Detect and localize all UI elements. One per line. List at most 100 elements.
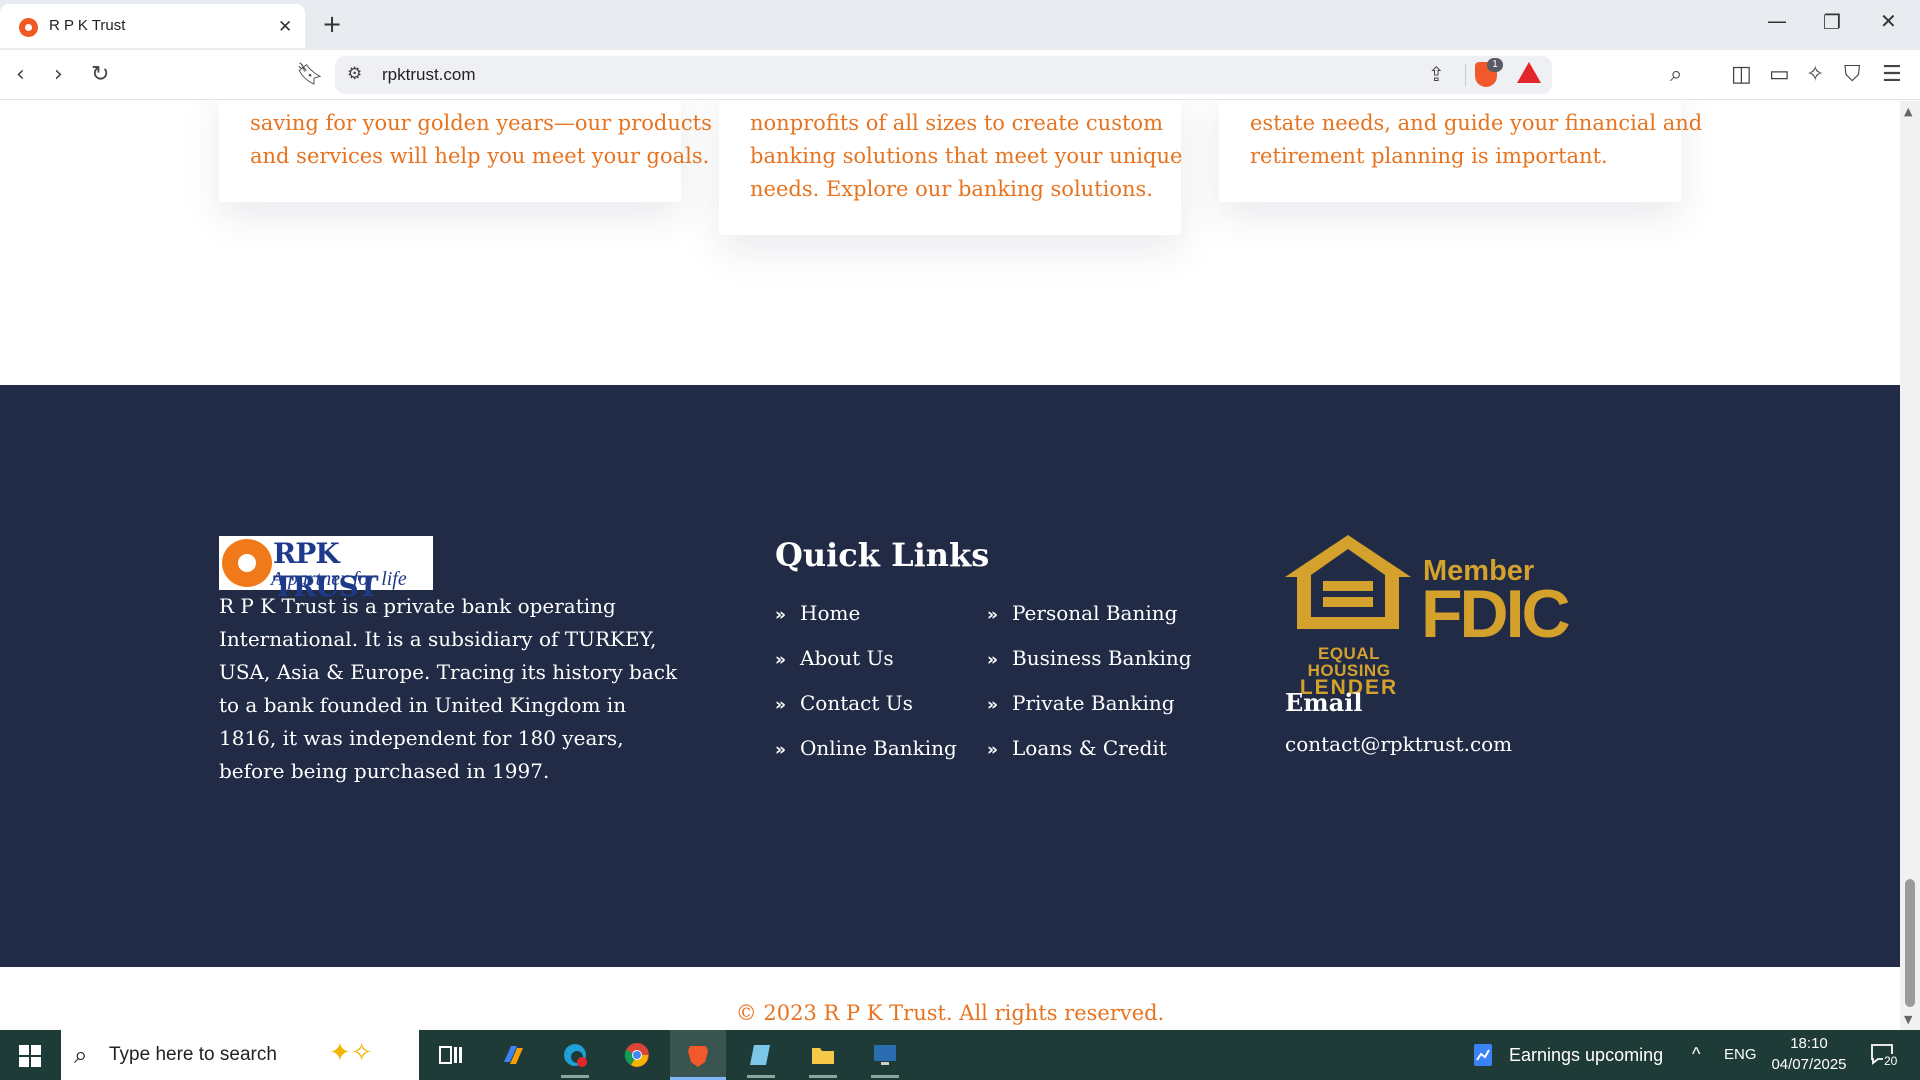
footer-link-home[interactable]: » Home xyxy=(775,601,860,625)
running-indicator xyxy=(747,1075,775,1078)
chrome-app[interactable] xyxy=(609,1030,665,1080)
minimize-icon[interactable]: — xyxy=(1767,9,1787,33)
link-label: Business Banking xyxy=(1012,646,1192,670)
service-card-personal: saving for your golden years—our product… xyxy=(219,101,712,202)
fdic-equal-housing-logo: EQUAL HOUSING LENDER Member FDIC xyxy=(1285,535,1571,698)
double-chevron-icon: » xyxy=(775,740,786,760)
link-label: Private Banking xyxy=(1012,691,1175,715)
scroll-up-icon[interactable]: ▲ xyxy=(1904,105,1912,118)
notepad-icon xyxy=(750,1045,770,1065)
tab-strip: R P K Trust ✕ + — ❐ ✕ xyxy=(0,0,1920,50)
wallet-icon[interactable]: ▭ xyxy=(1769,62,1790,88)
copyright-text: © 2023 R P K Trust. All rights reserved. xyxy=(735,1001,1165,1025)
rpk-trust-logo[interactable]: RPK TRUST A partner for life xyxy=(219,536,433,603)
email-link[interactable]: contact@rpktrust.com xyxy=(1285,732,1512,756)
tab-search-icon[interactable]: ⌕ xyxy=(1670,62,1682,88)
logo-tagline: A partner for life xyxy=(271,568,407,590)
link-label: Loans & Credit xyxy=(1012,736,1167,760)
share-icon[interactable]: ⇪ xyxy=(1428,62,1445,86)
tray-expand-icon[interactable]: ^ xyxy=(1692,1044,1700,1065)
notepad-app[interactable] xyxy=(733,1030,789,1080)
card-text-line: banking solutions that meet your unique xyxy=(750,144,1183,168)
copilot-app[interactable] xyxy=(485,1030,541,1080)
footer-link-contact-us[interactable]: » Contact Us xyxy=(775,691,913,715)
clock[interactable]: 18:10 04/07/2025 xyxy=(1769,1030,1849,1080)
stocks-icon xyxy=(1474,1044,1492,1066)
forward-icon[interactable]: › xyxy=(54,62,63,88)
email-heading: Email xyxy=(1285,688,1363,717)
service-card-private: estate needs, and guide your financial a… xyxy=(1219,101,1702,202)
page-scrollbar[interactable]: ▲ ▼ xyxy=(1900,101,1920,1030)
site-settings-icon[interactable]: ⚙ xyxy=(347,64,362,84)
edge-icon xyxy=(564,1044,587,1067)
footer-link-private-banking[interactable]: » Private Banking xyxy=(987,691,1175,715)
logo-mark-icon xyxy=(222,539,272,587)
link-label: Contact Us xyxy=(800,691,913,715)
equal-housing-icon xyxy=(1285,535,1411,629)
page-viewport: saving for your golden years—our product… xyxy=(0,101,1900,1030)
running-indicator xyxy=(561,1075,589,1078)
card-text-line: retirement planning is important. xyxy=(1250,144,1608,168)
windows-taskbar: ⌕ Type here to search ✦✧ Earnings upcomi… xyxy=(0,1030,1920,1080)
brave-icon xyxy=(688,1046,708,1067)
footer-link-loans-credit[interactable]: » Loans & Credit xyxy=(987,736,1167,760)
double-chevron-icon: » xyxy=(987,740,998,760)
clock-time: 18:10 xyxy=(1790,1035,1828,1052)
folder-icon xyxy=(812,1048,834,1064)
restore-icon[interactable]: ❐ xyxy=(1823,10,1841,34)
card-text-line: estate needs, and guide your financial a… xyxy=(1250,111,1703,135)
notification-center[interactable]: 20 xyxy=(1864,1030,1904,1080)
sidebar-icon[interactable]: ◫ xyxy=(1731,62,1752,88)
taskbar-search[interactable]: ⌕ Type here to search ✦✧ xyxy=(61,1030,419,1080)
chrome-icon xyxy=(624,1043,649,1067)
sparkle-icon: ✦✧ xyxy=(329,1038,373,1068)
shield-count-badge: 1 xyxy=(1487,58,1503,72)
double-chevron-icon: » xyxy=(775,650,786,670)
search-placeholder: Type here to search xyxy=(109,1044,277,1065)
bookmark-icon[interactable]: 🔖︎ xyxy=(296,62,324,88)
language-indicator[interactable]: ENG xyxy=(1724,1046,1757,1063)
leo-ai-icon[interactable]: ✧ xyxy=(1806,62,1824,88)
new-tab-icon[interactable]: + xyxy=(322,10,342,38)
close-tab-icon[interactable]: ✕ xyxy=(278,17,292,37)
back-icon[interactable]: ‹ xyxy=(16,62,25,88)
running-indicator xyxy=(871,1075,899,1078)
browser-toolbar: ‹ › ↻ 🔖︎ ⚙ rpktrust.com ⇪ 1 ⌕ ◫ ▭ ✧ ⛉ ☰ xyxy=(0,50,1920,100)
news-text: Earnings upcoming xyxy=(1509,1045,1664,1065)
notification-count: 20 xyxy=(1883,1054,1899,1068)
fdic-text: FDIC xyxy=(1421,576,1571,652)
windows-start-icon[interactable] xyxy=(19,1045,41,1067)
link-label: Home xyxy=(800,601,861,625)
tab-title: R P K Trust xyxy=(49,17,126,34)
remote-desktop-app[interactable] xyxy=(857,1030,913,1080)
scroll-down-icon[interactable]: ▼ xyxy=(1904,1013,1912,1026)
menu-icon[interactable]: ☰ xyxy=(1882,62,1902,88)
address-bar[interactable]: ⚙ rpktrust.com ⇪ 1 xyxy=(335,56,1552,94)
footer-link-personal-banking[interactable]: » Personal Baning xyxy=(987,601,1177,625)
running-indicator xyxy=(809,1075,837,1078)
link-label: Personal Baning xyxy=(1012,601,1178,625)
site-favicon-icon xyxy=(19,18,38,37)
footer-link-online-banking[interactable]: » Online Banking xyxy=(775,736,957,760)
window-close-icon[interactable]: ✕ xyxy=(1880,9,1897,33)
double-chevron-icon: » xyxy=(987,605,998,625)
brave-app[interactable] xyxy=(670,1030,726,1080)
scrollbar-thumb[interactable] xyxy=(1905,879,1915,1007)
url-text[interactable]: rpktrust.com xyxy=(382,65,476,85)
edge-app[interactable] xyxy=(547,1030,603,1080)
browser-tab[interactable]: R P K Trust ✕ xyxy=(0,4,305,48)
double-chevron-icon: » xyxy=(987,695,998,715)
news-widget[interactable]: Earnings upcoming xyxy=(1470,1030,1670,1080)
footer-link-business-banking[interactable]: » Business Banking xyxy=(987,646,1192,670)
brave-rewards-icon[interactable] xyxy=(1517,62,1541,83)
vpn-icon[interactable]: ⛉ xyxy=(1844,62,1861,88)
clock-date: 04/07/2025 xyxy=(1771,1056,1847,1073)
footer-link-about-us[interactable]: » About Us xyxy=(775,646,894,670)
reload-icon[interactable]: ↻ xyxy=(91,62,109,88)
service-card-business: nonprofits of all sizes to create custom… xyxy=(719,101,1183,235)
double-chevron-icon: » xyxy=(775,695,786,715)
quick-links-title: Quick Links xyxy=(775,536,990,574)
task-view-button[interactable] xyxy=(423,1030,479,1080)
omnibox-divider xyxy=(1465,64,1466,86)
file-explorer-app[interactable] xyxy=(795,1030,851,1080)
